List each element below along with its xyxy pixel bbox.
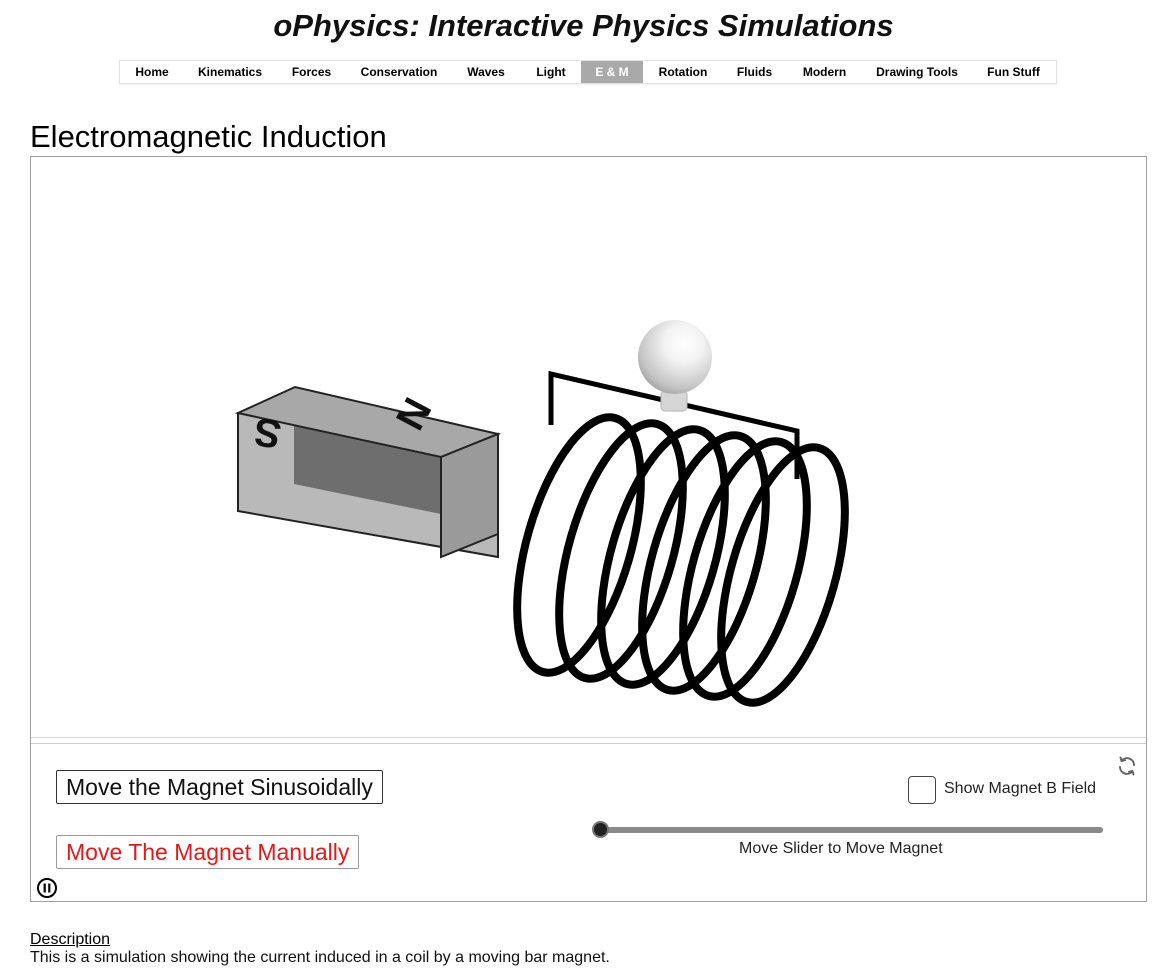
nav-fluids[interactable]: Fluids [723,61,786,83]
show-b-field-label: Show Magnet B Field [944,780,1097,797]
simulation-panel: S N Move the Magnet Sinusoidally Move Th… [30,156,1147,902]
nav-rotation[interactable]: Rotation [643,61,723,83]
simulation-canvas[interactable]: S N [31,157,1146,739]
site-title: oPhysics: Interactive Physics Simulation… [273,8,894,43]
nav-light[interactable]: Light [521,61,581,83]
bar-magnet[interactable]: S N [234,385,502,559]
bulb-globe [638,320,712,394]
description-text: This is a simulation showing the current… [30,949,610,966]
slider-thumb[interactable] [592,821,609,838]
nav-conservation[interactable]: Conservation [347,61,451,83]
page-title: Electromagnetic Induction [30,119,387,154]
nav-modern[interactable]: Modern [786,61,863,83]
main-nav: Home Kinematics Forces Conservation Wave… [119,60,1057,84]
nav-kinematics[interactable]: Kinematics [184,61,276,83]
nav-home[interactable]: Home [120,61,184,83]
nav-drawing-tools[interactable]: Drawing Tools [863,61,971,83]
pause-icon[interactable] [36,877,58,899]
show-b-field-checkbox[interactable] [908,776,936,804]
nav-waves[interactable]: Waves [451,61,521,83]
nav-em[interactable]: E & M [581,61,643,83]
coil [513,413,849,707]
nav-forces[interactable]: Forces [276,61,347,83]
refresh-icon[interactable] [1115,754,1139,778]
move-manually-button[interactable]: Move The Magnet Manually [56,835,360,869]
bulb-base [660,390,688,412]
move-sinusoidally-button[interactable]: Move the Magnet Sinusoidally [56,770,383,804]
nav-fun-stuff[interactable]: Fun Stuff [971,61,1056,83]
slider-caption: Move Slider to Move Magnet [739,840,943,857]
description-link[interactable]: Description [30,931,110,949]
controls-divider [31,737,1146,738]
magnet-position-slider[interactable] [598,827,1103,833]
controls-divider [31,743,1146,744]
